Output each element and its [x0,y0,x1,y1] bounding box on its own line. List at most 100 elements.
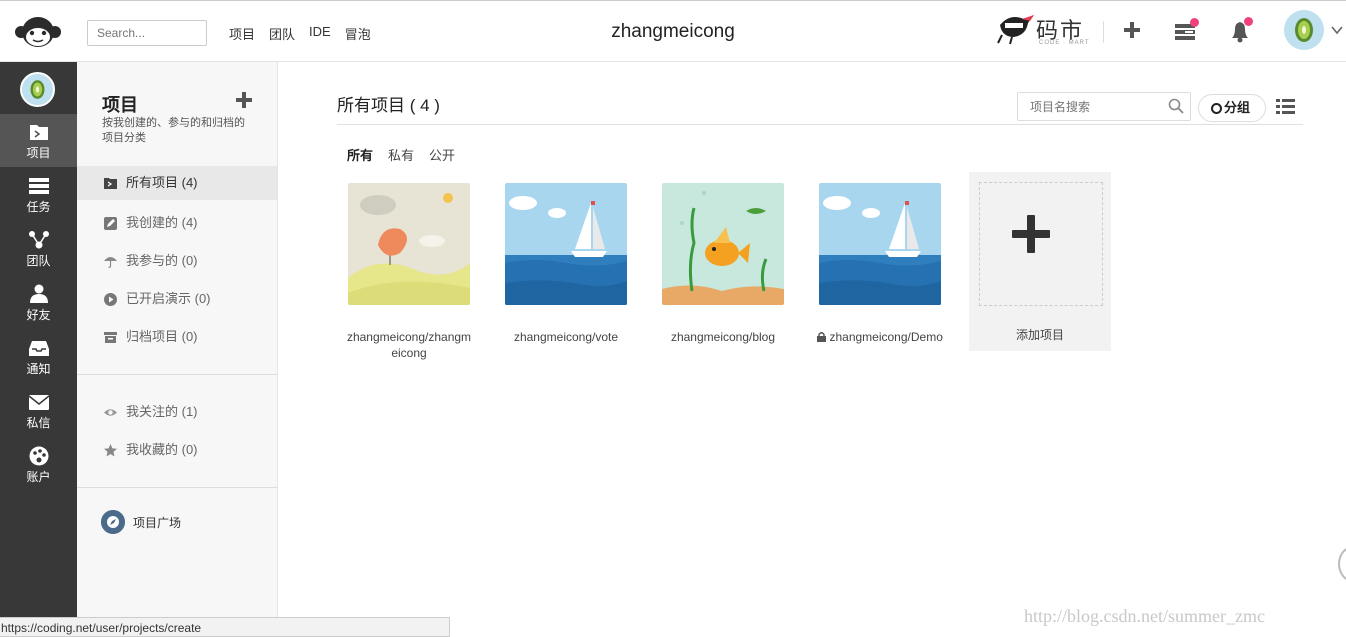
rail-item-messages[interactable]: 私信 [0,384,77,437]
plus-icon [1012,215,1050,253]
project-name: zhangmeicong/blog [670,330,776,344]
radio-circle-icon [1211,103,1222,114]
filter-public[interactable]: 公开 [429,145,455,164]
group-label: 分组 [1224,100,1251,115]
rail-item-label: 私信 [26,416,51,430]
rail-item-account[interactable]: 账户 [0,438,77,491]
sidebar-item-label: 所有项目 (4) [126,175,198,190]
divider [1103,21,1104,43]
project-sidebar: 项目 按我创建的、参与的和归档的项目分类 所有项目 (4) 我创建的 (4) 我… [77,62,278,637]
task-icon [28,178,49,194]
chevron-down-icon[interactable] [1330,23,1344,37]
project-search-input[interactable] [1017,92,1191,121]
status-url-bar: https://coding.net/user/projects/create [0,617,450,637]
team-icon [28,231,49,249]
brand-sub: CODE · MART [1039,40,1090,46]
sidebar-divider [77,487,277,488]
kiwi-avatar-icon [22,74,53,105]
add-project-card[interactable]: 添加项目 [969,172,1111,351]
filter-all[interactable]: 所有 [347,145,373,164]
nav-ide[interactable]: IDE [309,24,331,43]
sailboat-thumbnail [819,183,941,305]
mail-icon [28,395,49,410]
project-card[interactable]: zhangmeicong/Demo [817,183,943,345]
project-name: zhangmeicong/vote [513,330,619,344]
add-project-icon[interactable] [235,91,253,109]
sidebar-item-demo[interactable]: 已开启演示 (0) [77,282,277,316]
rail-item-label: 通知 [26,362,51,376]
rail-item-projects[interactable]: 项目 [0,114,77,167]
folder-icon [104,178,117,189]
search-icon[interactable] [1168,98,1184,114]
rail-item-label: 好友 [26,308,51,322]
rail-item-notices[interactable]: 通知 [0,330,77,383]
sidebar-item-archived[interactable]: 归档项目 (0) [77,320,277,354]
main-rail: 项目 任务 团队 好友 通知 私信 账户 [0,62,77,637]
edit-icon [104,217,117,230]
eye-icon [104,409,117,416]
compass-icon [101,510,125,534]
heading-divider [337,124,1303,125]
project-card[interactable]: zhangmeicong/blog [662,183,784,345]
nav-bubble[interactable]: 冒泡 [345,24,371,43]
rail-item-label: 团队 [26,254,51,268]
sidebar-item-label: 我收藏的 (0) [126,442,198,457]
user-icon [29,284,48,303]
sidebar-item-created[interactable]: 我创建的 (4) [77,206,277,240]
project-plaza-link[interactable]: 项目广场 [101,510,181,536]
task-badge [1190,18,1199,27]
inbox-icon [28,341,49,356]
sidebar-item-starred[interactable]: 我收藏的 (0) [77,433,277,467]
lock-icon [817,332,827,342]
project-name: zhangmeicong/zhangmeicong [346,330,472,360]
tasks-button[interactable] [1173,18,1199,44]
top-bar: 项目 团队 IDE 冒泡 zhangmeicong 码市 CODE · MART [0,0,1346,62]
list-view-icon[interactable] [1276,98,1295,115]
folder-icon [29,125,48,140]
projects-heading: 所有项目 ( 4 ) [337,96,440,115]
watermark: http://blog.csdn.net/summer_zmc [1024,606,1265,626]
sidebar-item-label: 我关注的 (1) [126,404,198,419]
sidebar-item-label: 我创建的 (4) [126,215,198,230]
sidebar-item-label: 归档项目 (0) [126,329,198,344]
sidebar-description: 按我创建的、参与的和归档的项目分类 [102,117,245,144]
sidebar-item-watching[interactable]: 我关注的 (1) [77,395,277,429]
sidebar-item-label: 已开启演示 (0) [126,291,211,306]
umbrella-icon [104,257,117,268]
plaza-label: 项目广场 [133,516,182,530]
filter-private[interactable]: 私有 [388,145,414,164]
project-name: zhangmeicong/Demo [829,330,943,344]
star-icon [104,444,117,457]
sidebar-divider [77,374,277,375]
sidebar-item-label: 我参与的 (0) [126,253,198,268]
nav-projects[interactable]: 项目 [229,24,255,43]
rail-item-friends[interactable]: 好友 [0,276,77,329]
monkey-logo-icon[interactable] [14,13,62,51]
rail-item-team[interactable]: 团队 [0,222,77,275]
nav-teams[interactable]: 团队 [269,24,295,43]
notification-badge [1244,17,1253,26]
notifications-button[interactable] [1228,17,1254,45]
tree-landscape-thumbnail [348,183,470,305]
project-card[interactable]: zhangmeicong/zhangmeicong [347,183,471,361]
sidebar-item-all[interactable]: 所有项目 (4) [77,166,277,200]
project-card[interactable]: zhangmeicong/vote [505,183,627,345]
palette-icon [29,446,48,466]
global-search-input[interactable] [87,20,207,46]
floating-edge-button[interactable] [1338,546,1346,582]
project-name-row: zhangmeicong/Demo [815,329,945,345]
rail-avatar[interactable] [20,72,55,107]
ninja-icon [997,15,1034,45]
add-project-label: 添加项目 [1015,328,1064,342]
rail-item-tasks[interactable]: 任务 [0,168,77,221]
top-nav: 项目 团队 IDE 冒泡 [229,24,371,43]
create-plus-icon[interactable] [1121,19,1143,41]
sailboat-thumbnail [505,183,627,305]
sidebar-item-joined[interactable]: 我参与的 (0) [77,244,277,278]
rail-item-label: 任务 [26,200,51,214]
fish-aquarium-thumbnail [662,183,784,305]
group-toggle-button[interactable]: 分组 [1198,94,1266,122]
kiwi-avatar-icon [1285,11,1323,49]
codemart-brand[interactable]: 码市 CODE · MART [996,9,1092,49]
user-avatar[interactable] [1284,10,1324,50]
